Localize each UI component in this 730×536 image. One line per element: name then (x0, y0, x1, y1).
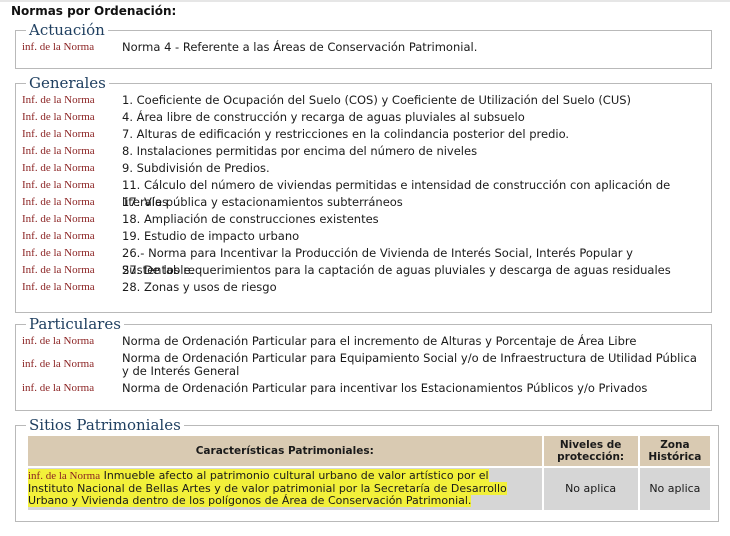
page-title: Normas por Ordenación: (11, 4, 177, 18)
norma-text: 8. Instalaciones permitidas por encima d… (122, 144, 478, 158)
norma-text: 7. Alturas de edificación y restriccione… (122, 127, 570, 141)
section-sitios-patrimoniales: Sitios Patrimoniales Características Pat… (15, 416, 719, 522)
norma-info-link[interactable]: Inf. de la Norma (22, 211, 122, 228)
list-item: Inf. de la Norma 17. Vía pública y estaci… (22, 194, 705, 211)
section-generales: Generales Inf. de la Norma 1. Coeficiente… (15, 74, 712, 313)
page: Normas por Ordenación: Actuación inf. de… (0, 0, 730, 536)
generales-list: Inf. de la Norma 1. Coeficiente de Ocupac… (22, 92, 705, 296)
norma-info-link[interactable]: Inf. de la Norma (22, 262, 122, 279)
norma-info-link[interactable]: Inf. de la Norma (22, 143, 122, 160)
patrimonio-table: Características Patrimoniales: Niveles d… (26, 434, 712, 512)
section-actuacion: Actuación inf. de la Norma Norma 4 - Ref… (15, 21, 712, 69)
norma-text: Norma de Ordenación Particular para el i… (122, 334, 637, 348)
list-item: Inf. de la Norma 8. Instalaciones permiti… (22, 143, 705, 160)
niveles-cell: No aplica (543, 468, 638, 510)
norma-text: 9. Subdivisión de Predios. (122, 161, 270, 175)
top-divider (0, 0, 730, 2)
section-particulares-legend: Particulares (29, 315, 121, 333)
norma-text: Norma de Ordenación Particular para ince… (122, 381, 648, 395)
list-item: inf. de la Norma Norma 4 - Referente a l… (22, 39, 705, 56)
norma-info-link[interactable]: inf. de la Norma (22, 352, 122, 377)
caracteristicas-text: Inmueble afecto al patrimonio cultural u… (28, 469, 507, 507)
caracteristicas-cell: inf. de la Norma Inmueble afecto al patr… (28, 468, 542, 510)
norma-info-link[interactable]: Inf. de la Norma (22, 194, 122, 211)
table-header-row: Características Patrimoniales: Niveles d… (28, 436, 710, 466)
norma-info-link[interactable]: Inf. de la Norma (22, 245, 122, 262)
norma-text: 4. Área libre de construcción y recarga … (122, 110, 525, 124)
list-item: Inf. de la Norma 28. Zonas y usos de ries… (22, 279, 705, 296)
norma-info-link[interactable]: Inf. de la Norma (22, 177, 122, 194)
list-item: Inf. de la Norma 4. Área libre de constru… (22, 109, 705, 126)
norma-info-link[interactable]: Inf. de la Norma (22, 160, 122, 177)
norma-text: Norma 4 - Referente a las Áreas de Conse… (122, 40, 478, 54)
list-item: inf. de la Norma Norma de Ordenación Part… (22, 350, 705, 380)
norma-info-link[interactable]: inf. de la Norma (22, 380, 122, 397)
section-sitios-legend: Sitios Patrimoniales (29, 416, 181, 434)
table-row: inf. de la Norma Inmueble afecto al patr… (28, 468, 710, 510)
norma-text: 27. De los requerimientos para la captac… (122, 263, 671, 277)
norma-info-link[interactable]: Inf. de la Norma (22, 109, 122, 126)
norma-text: 28. Zonas y usos de riesgo (122, 280, 277, 294)
particulares-list: inf. de la Norma Norma de Ordenación Part… (22, 333, 705, 397)
norma-info-link[interactable]: Inf. de la Norma (22, 228, 122, 245)
section-actuacion-legend: Actuación (29, 21, 105, 39)
list-item: Inf. de la Norma 27. De los requerimiento… (22, 262, 705, 279)
section-generales-legend: Generales (29, 74, 106, 92)
norma-text: 17. Vía pública y estacionamientos subte… (122, 195, 403, 209)
highlighted-text: inf. de la Norma Inmueble afecto al patr… (28, 469, 507, 507)
norma-text: 18. Ampliación de construcciones existen… (122, 212, 379, 226)
list-item: Inf. de la Norma 1. Coeficiente de Ocupac… (22, 92, 705, 109)
list-item: Inf. de la Norma 11. Cálculo del número d… (22, 177, 705, 209)
list-item: Inf. de la Norma 9. Subdivisión de Predio… (22, 160, 705, 177)
list-item: Inf. de la Norma 7. Alturas de edificació… (22, 126, 705, 143)
norma-info-link[interactable]: inf. de la Norma (22, 39, 122, 56)
zona-cell: No aplica (639, 468, 710, 510)
section-particulares: Particulares inf. de la Norma Norma de Or… (15, 315, 712, 411)
list-item: Inf. de la Norma 18. Ampliación de constr… (22, 211, 705, 228)
list-item: Inf. de la Norma 26.- Norma para Incentiv… (22, 245, 705, 277)
norma-info-link[interactable]: inf. de la Norma (28, 470, 100, 482)
norma-info-link[interactable]: Inf. de la Norma (22, 92, 122, 109)
norma-text: 1. Coeficiente de Ocupación del Suelo (C… (122, 93, 632, 107)
norma-info-link[interactable]: Inf. de la Norma (22, 126, 122, 143)
list-item: inf. de la Norma Norma de Ordenación Part… (22, 333, 705, 350)
norma-info-link[interactable]: inf. de la Norma (22, 333, 122, 350)
norma-text: Norma de Ordenación Particular para Equi… (122, 351, 697, 378)
list-item: inf. de la Norma Norma de Ordenación Part… (22, 380, 705, 397)
header-zona: Zona Histórica (639, 436, 710, 466)
norma-text: 19. Estudio de impacto urbano (122, 229, 300, 243)
list-item: Inf. de la Norma 19. Estudio de impacto u… (22, 228, 705, 245)
header-caracteristicas: Características Patrimoniales: (28, 436, 542, 466)
norma-info-link[interactable]: Inf. de la Norma (22, 279, 122, 296)
header-niveles: Niveles de protección: (543, 436, 638, 466)
